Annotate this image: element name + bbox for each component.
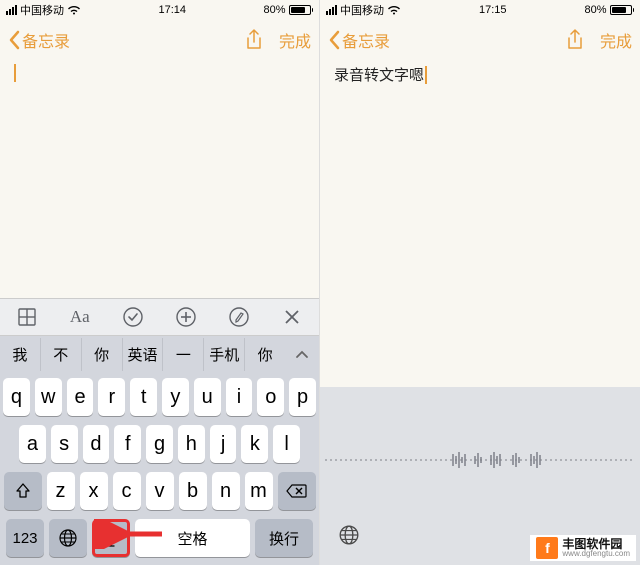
key-p[interactable]: p: [289, 378, 316, 416]
chevron-left-icon: [8, 30, 20, 50]
aa-icon[interactable]: Aa: [67, 304, 93, 330]
done-button[interactable]: 完成: [600, 28, 632, 52]
back-button[interactable]: 备忘录: [8, 28, 70, 52]
key-e[interactable]: e: [67, 378, 94, 416]
phone-left: 中国移动 17:14 80% 备忘录: [0, 0, 320, 565]
key-f[interactable]: f: [114, 425, 141, 463]
prediction-bar: 我 不 你 英语 一 手机 你: [0, 336, 319, 372]
status-time: 17:15: [479, 4, 507, 16]
carrier-label: 中国移动: [20, 2, 64, 18]
prediction-item[interactable]: 英语: [123, 338, 164, 371]
grid-icon[interactable]: [14, 304, 40, 330]
pencil-icon[interactable]: [226, 304, 252, 330]
battery-icon: [289, 5, 314, 15]
key-w[interactable]: w: [35, 378, 62, 416]
space-key[interactable]: 空格: [135, 519, 250, 557]
shift-key[interactable]: [4, 472, 42, 510]
voice-waveform: [320, 445, 640, 475]
key-l[interactable]: l: [273, 425, 300, 463]
watermark: f 丰图软件园 www.dgfengtu.com: [530, 535, 636, 561]
back-label: 备忘录: [342, 28, 390, 52]
share-icon[interactable]: [566, 29, 584, 51]
prediction-item[interactable]: 不: [41, 338, 82, 371]
backspace-key[interactable]: [278, 472, 316, 510]
globe-key[interactable]: [338, 524, 360, 551]
note-text: 录音转文字嗯: [334, 67, 424, 84]
chevron-left-icon: [328, 30, 340, 50]
status-time: 17:14: [158, 4, 186, 16]
keyboard: Aa 我 不 你 英语 一 手机 你 q w e: [0, 298, 319, 565]
numeric-key[interactable]: 123: [6, 519, 44, 557]
key-b[interactable]: b: [179, 472, 207, 510]
note-content[interactable]: [0, 60, 319, 280]
plus-icon[interactable]: [173, 304, 199, 330]
key-g[interactable]: g: [146, 425, 173, 463]
key-y[interactable]: y: [162, 378, 189, 416]
globe-key[interactable]: [49, 519, 87, 557]
prediction-item[interactable]: 你: [245, 338, 285, 371]
share-icon[interactable]: [245, 29, 263, 51]
key-i[interactable]: i: [226, 378, 253, 416]
mic-key[interactable]: [92, 519, 130, 557]
key-u[interactable]: u: [194, 378, 221, 416]
key-j[interactable]: j: [210, 425, 237, 463]
key-q[interactable]: q: [3, 378, 30, 416]
wifi-icon: [387, 5, 401, 15]
nav-bar: 备忘录 完成: [0, 20, 319, 60]
signal-icon: [326, 5, 337, 15]
battery-icon: [610, 5, 635, 15]
status-bar: 中国移动 17:14 80%: [0, 0, 319, 20]
prediction-item[interactable]: 我: [0, 338, 41, 371]
key-row-1: q w e r t y u i o p: [3, 378, 316, 416]
key-v[interactable]: v: [146, 472, 174, 510]
text-cursor: [425, 66, 427, 84]
battery-pct: 80%: [584, 4, 606, 16]
key-t[interactable]: t: [130, 378, 157, 416]
return-key[interactable]: 换行: [255, 519, 313, 557]
status-bar: 中国移动 17:15 80%: [320, 0, 640, 20]
key-m[interactable]: m: [245, 472, 273, 510]
key-row-2: a s d f g h j k l: [3, 425, 316, 463]
key-c[interactable]: c: [113, 472, 141, 510]
key-row-3: z x c v b n m: [3, 472, 316, 510]
watermark-sub: www.dgfengtu.com: [562, 550, 630, 558]
signal-icon: [6, 5, 17, 15]
watermark-logo: f: [536, 537, 558, 559]
key-row-bottom: 123 空格 换行: [3, 519, 316, 565]
check-icon[interactable]: [120, 304, 146, 330]
key-d[interactable]: d: [83, 425, 110, 463]
text-cursor: [14, 64, 16, 82]
key-h[interactable]: h: [178, 425, 205, 463]
note-content[interactable]: 录音转文字嗯: [320, 60, 640, 380]
key-a[interactable]: a: [19, 425, 46, 463]
prediction-item[interactable]: 手机: [204, 338, 245, 371]
back-button[interactable]: 备忘录: [328, 28, 390, 52]
nav-bar: 备忘录 完成: [320, 20, 640, 60]
key-o[interactable]: o: [257, 378, 284, 416]
close-icon[interactable]: [279, 304, 305, 330]
wifi-icon: [67, 5, 81, 15]
key-z[interactable]: z: [47, 472, 75, 510]
chevron-up-icon[interactable]: [285, 349, 319, 359]
key-r[interactable]: r: [98, 378, 125, 416]
done-button[interactable]: 完成: [279, 28, 311, 52]
prediction-item[interactable]: 一: [163, 338, 204, 371]
key-s[interactable]: s: [51, 425, 78, 463]
back-label: 备忘录: [22, 28, 70, 52]
battery-pct: 80%: [263, 4, 285, 16]
key-n[interactable]: n: [212, 472, 240, 510]
key-k[interactable]: k: [241, 425, 268, 463]
carrier-label: 中国移动: [340, 2, 384, 18]
key-x[interactable]: x: [80, 472, 108, 510]
prediction-item[interactable]: 你: [82, 338, 123, 371]
toolbar-row: Aa: [0, 298, 319, 336]
phone-right: 中国移动 17:15 80% 备忘录: [320, 0, 640, 565]
